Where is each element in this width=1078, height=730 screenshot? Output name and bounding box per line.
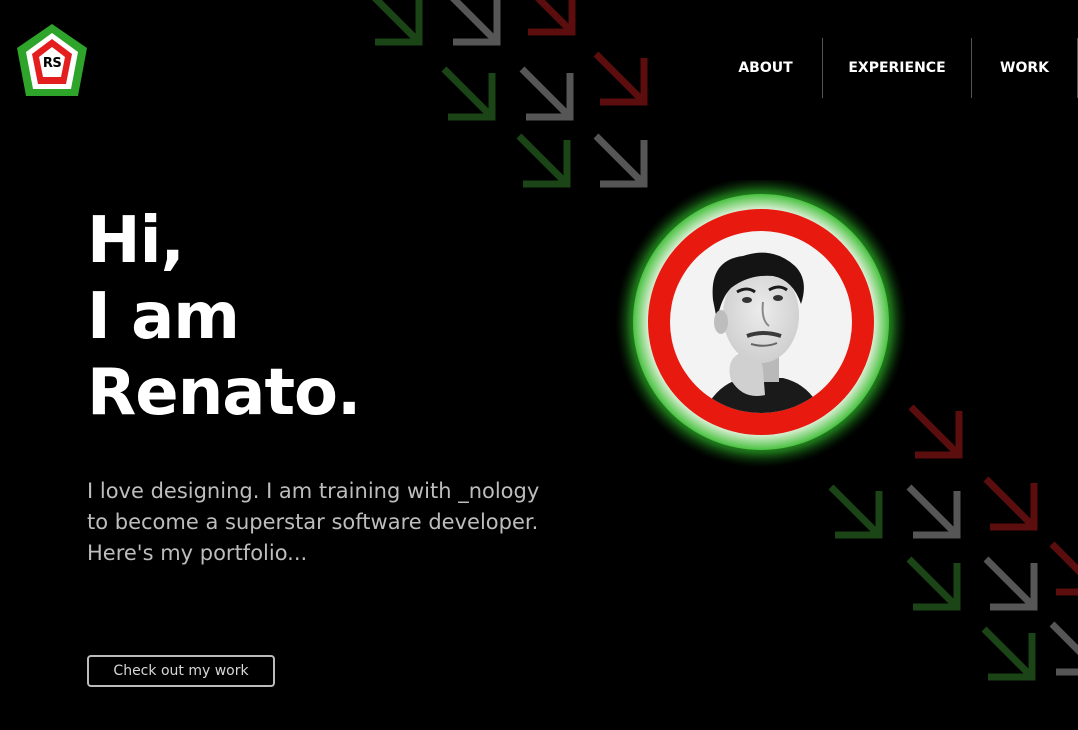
profile-photo (615, 180, 907, 468)
nav-item-experience[interactable]: EXPERIENCE (823, 38, 971, 98)
arrow-down-right-icon (371, 0, 419, 42)
arrow-down-right-icon (444, 69, 492, 117)
hero-title-line: Hi, (87, 204, 185, 278)
arrow-down-right-icon (909, 487, 957, 535)
arrow-down-right-icon (984, 629, 1032, 677)
arrow-down-right-icon (519, 136, 567, 184)
arrow-down-right-icon (522, 69, 570, 117)
arrow-down-right-icon (1052, 544, 1078, 592)
portfolio-page: RS ABOUT EXPERIENCE WORK Hi, I am Renato… (0, 0, 1078, 730)
arrow-down-right-icon (986, 559, 1034, 607)
arrow-down-right-icon (911, 407, 959, 455)
hero-title-line: I am (87, 280, 240, 354)
arrow-down-right-icon (909, 559, 957, 607)
logo-text: RS (42, 55, 62, 71)
avatar (613, 180, 909, 470)
nav-item-about[interactable]: ABOUT (709, 38, 822, 98)
site-logo[interactable]: RS (15, 22, 89, 98)
check-out-work-button[interactable]: Check out my work (87, 655, 275, 687)
arrow-down-right-icon (1052, 624, 1078, 672)
main-nav: ABOUT EXPERIENCE WORK (709, 38, 1078, 98)
arrow-down-right-icon (449, 0, 497, 42)
arrow-down-right-icon (596, 136, 644, 184)
arrow-down-right-icon (596, 54, 644, 102)
arrow-down-right-icon (524, 0, 572, 32)
hero-title-line: Renato. (87, 356, 361, 430)
nav-item-work[interactable]: WORK (972, 38, 1077, 98)
arrow-down-right-icon (986, 479, 1034, 527)
arrow-down-right-icon (831, 487, 879, 535)
hero-description: I love designing. I am training with _no… (87, 479, 540, 565)
hero-title: Hi, I am Renato. (87, 203, 361, 431)
